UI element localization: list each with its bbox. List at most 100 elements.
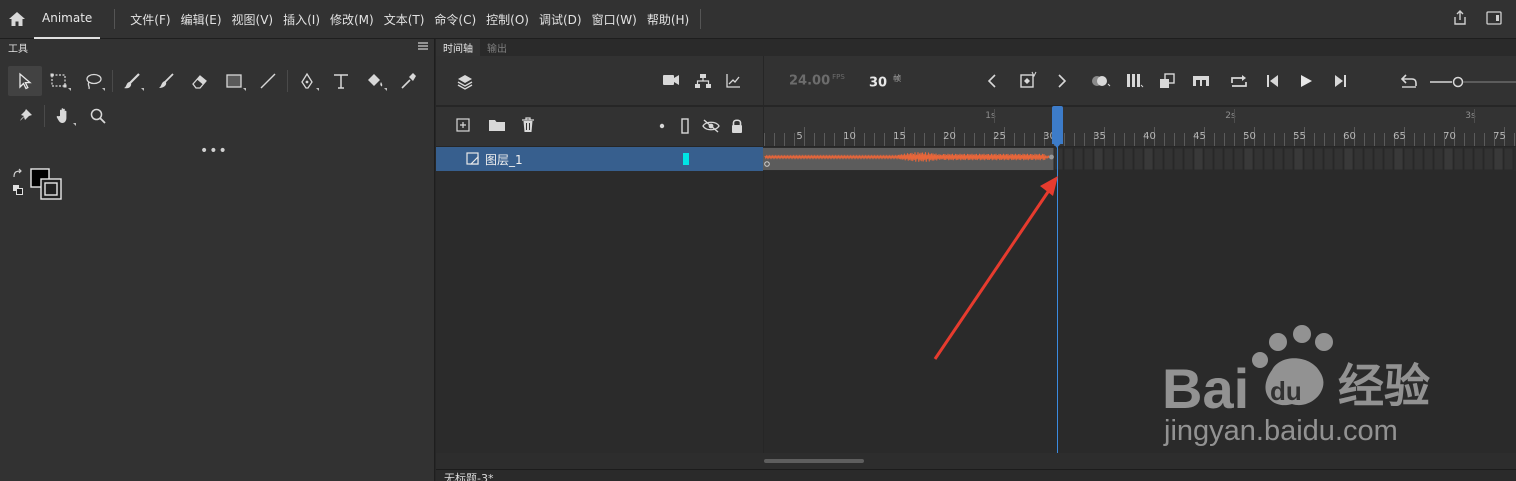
swap-colors-icon[interactable] (12, 168, 24, 180)
stroke-fill-color-swatch[interactable] (30, 168, 62, 200)
empty-frame-cell (1073, 147, 1084, 171)
paint-brush-tool[interactable] (149, 66, 183, 96)
tools-row-1 (8, 66, 426, 96)
lock-icon[interactable] (730, 118, 744, 134)
menu-view[interactable]: 视图(V) (227, 11, 279, 28)
empty-frame-cell (1423, 147, 1434, 171)
empty-frame-cell (1403, 147, 1414, 171)
fps-display[interactable]: 24.00 FPS (789, 73, 845, 88)
menu-insert[interactable]: 插入(I) (278, 11, 325, 28)
empty-frame-cell (1273, 147, 1284, 171)
default-colors-icon[interactable] (12, 184, 24, 196)
step-forward-icon[interactable] (1332, 74, 1348, 88)
timeline-scroll-thumb[interactable] (764, 459, 864, 463)
menu-window[interactable]: 窗口(W) (587, 11, 642, 28)
delete-trash-icon[interactable] (521, 117, 535, 133)
frame-end-marker (1049, 154, 1054, 160)
brush-icon (159, 73, 174, 88)
step-back-icon[interactable] (1265, 74, 1281, 88)
pin-tool[interactable] (8, 101, 42, 131)
paint-bucket-icon (368, 74, 383, 87)
timeline-scrollbar-track[interactable] (436, 453, 1516, 469)
layers-stack-icon[interactable] (456, 73, 474, 91)
menu-commands[interactable]: 命令(C) (429, 11, 481, 28)
layer-color-swatch[interactable] (683, 153, 689, 165)
empty-frame-cell (1183, 147, 1194, 171)
current-frame-display[interactable]: 30 帧 (869, 73, 901, 90)
empty-frame-cell (1433, 147, 1444, 171)
brush-tool[interactable] (115, 66, 149, 96)
eraser-tool[interactable] (183, 66, 217, 96)
playhead-tip (1052, 142, 1062, 148)
selection-tool[interactable] (8, 66, 42, 96)
fps-unit: FPS (832, 73, 845, 81)
empty-frame-cell (1383, 147, 1394, 171)
lasso-tool[interactable] (76, 66, 110, 96)
frame-size-slider[interactable] (1430, 76, 1516, 88)
highlight-dot-icon[interactable] (659, 123, 665, 129)
layer-name[interactable]: 图层_1 (485, 151, 523, 168)
empty-frame-cell (1323, 147, 1334, 171)
more-tools-ellipsis[interactable]: ••• (200, 143, 228, 159)
pen-tool[interactable] (290, 66, 324, 96)
tab-timeline[interactable]: 时间轴 (436, 39, 480, 56)
insert-frame-icon[interactable] (1192, 73, 1210, 89)
frame-ruler[interactable]: 5 10 15 20 25 30 35 40 45 50 55 60 65 70 75 1s 2s 3s (763, 107, 1516, 146)
visibility-eye-off-icon[interactable] (702, 119, 720, 133)
empty-frame-cell (1353, 147, 1364, 171)
next-keyframe-chevron-icon[interactable] (1057, 73, 1067, 89)
hand-tool[interactable] (47, 101, 81, 131)
workspace-layout-icon[interactable] (1486, 10, 1502, 28)
tools-panel: 工具 ••• (0, 39, 435, 481)
panel-menu-icon[interactable] (418, 41, 428, 53)
outline-mode-icon[interactable] (680, 118, 690, 134)
convert-to-symbol-icon[interactable] (1158, 72, 1176, 90)
share-icon[interactable] (1452, 9, 1468, 29)
menu-text[interactable]: 文本(T) (379, 11, 430, 28)
empty-frame-cell (1463, 147, 1474, 171)
empty-frame-cell (1203, 147, 1214, 171)
empty-frame-cell (1103, 147, 1114, 171)
ruler-tick-label: 65 (1393, 131, 1406, 142)
empty-frame-cell (1313, 147, 1324, 171)
empty-frame-cell (1083, 147, 1094, 171)
menu-control[interactable]: 控制(O) (481, 11, 534, 28)
timeline-layer-header (436, 56, 763, 106)
menu-modify[interactable]: 修改(M) (325, 11, 379, 28)
menu-help[interactable]: 帮助(H) (642, 11, 694, 28)
eyedropper-tool[interactable] (392, 66, 426, 96)
paint-brush-icon (124, 73, 140, 89)
zoom-tool[interactable] (81, 101, 115, 131)
tab-output[interactable]: 输出 (480, 39, 514, 56)
line-tool[interactable] (251, 66, 285, 96)
prev-keyframe-chevron-icon[interactable] (987, 73, 997, 89)
timeline-layer-toolbar (436, 107, 763, 146)
paint-bucket-tool[interactable] (358, 66, 392, 96)
camera-icon[interactable] (662, 73, 680, 87)
edit-multiple-frames-icon[interactable] (1126, 73, 1144, 89)
pen-icon (301, 72, 313, 89)
menu-edit[interactable]: 编辑(E) (176, 11, 227, 28)
graph-icon[interactable] (725, 73, 741, 89)
playhead-handle[interactable] (1052, 106, 1063, 144)
new-folder-icon[interactable] (488, 118, 506, 132)
baidu-watermark: Bai du 经验 jingyan.baidu.com (1160, 320, 1460, 450)
undo-center-icon[interactable] (1400, 74, 1418, 88)
frame-track[interactable] (763, 147, 1516, 171)
empty-frame-cell (1343, 147, 1354, 171)
parenting-hierarchy-icon[interactable] (694, 73, 712, 89)
insert-keyframe-icon[interactable] (1019, 71, 1037, 89)
free-transform-tool[interactable] (42, 66, 76, 96)
empty-frame-cell (1173, 147, 1184, 171)
home-icon[interactable] (0, 0, 34, 39)
document-tab[interactable]: 无标题-3* (444, 473, 493, 481)
play-icon[interactable] (1299, 74, 1313, 88)
transform-icon (50, 73, 67, 88)
loop-icon[interactable] (1229, 73, 1249, 89)
new-layer-icon[interactable] (456, 118, 470, 132)
menu-debug[interactable]: 调试(D) (534, 11, 587, 28)
rectangle-tool[interactable] (217, 66, 251, 96)
text-tool[interactable] (324, 66, 358, 96)
onion-skin-icon[interactable] (1089, 74, 1111, 88)
menu-file[interactable]: 文件(F) (125, 11, 175, 28)
